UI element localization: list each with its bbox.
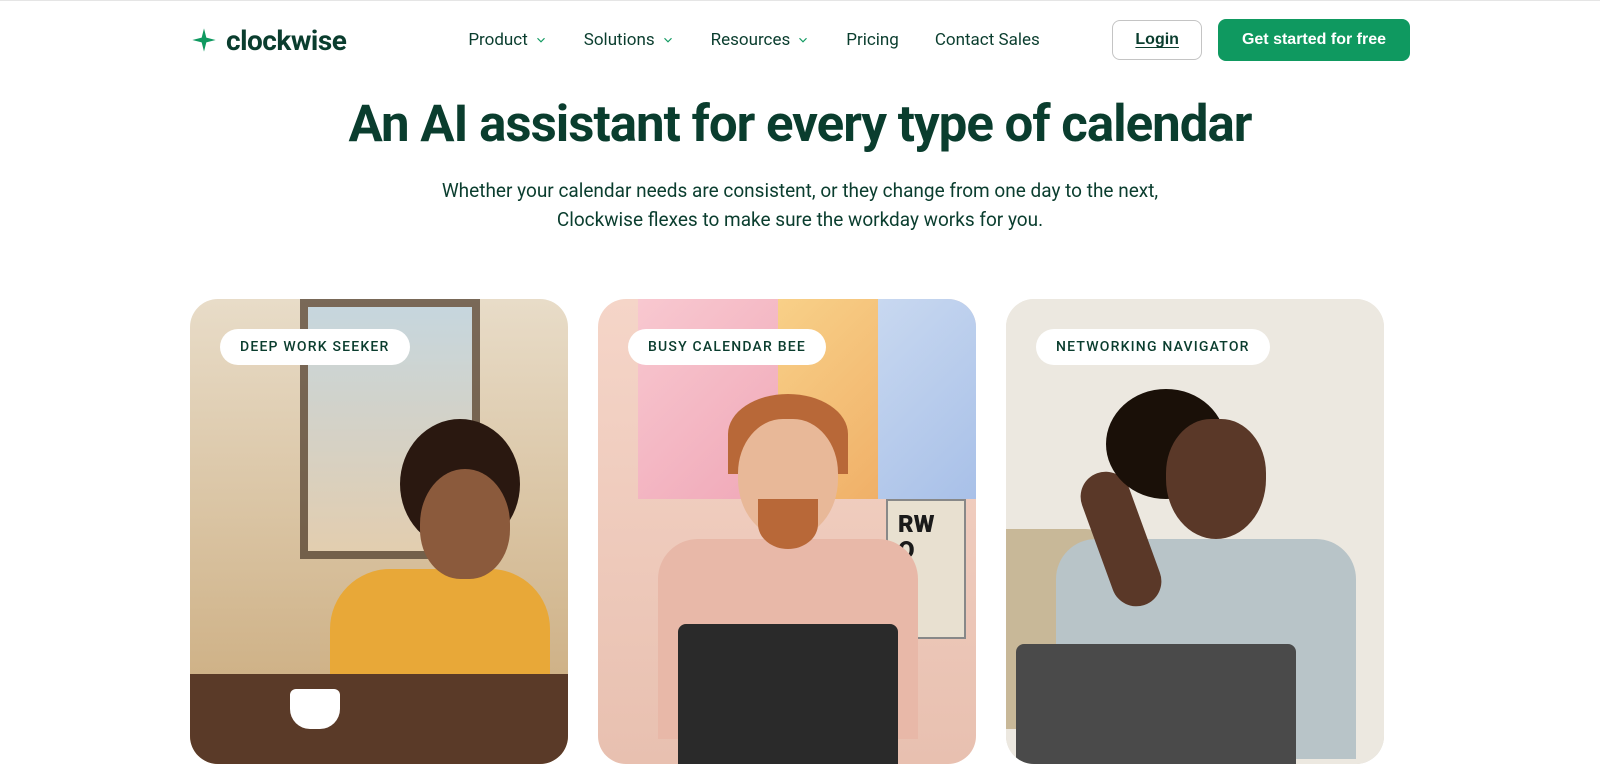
logo-text: clockwise xyxy=(226,24,346,57)
get-started-button[interactable]: Get started for free xyxy=(1218,19,1410,61)
logo[interactable]: clockwise xyxy=(190,24,346,57)
nav-item-solutions[interactable]: Solutions xyxy=(584,30,675,50)
card-deep-work-seeker[interactable]: DEEP WORK SEEKER xyxy=(190,299,568,764)
chevron-down-icon xyxy=(796,33,810,47)
hero-title: An AI assistant for every type of calend… xyxy=(190,95,1410,154)
illustration-person xyxy=(340,439,540,699)
illustration-beard xyxy=(758,499,818,549)
login-button[interactable]: Login xyxy=(1112,20,1202,60)
chevron-down-icon xyxy=(661,33,675,47)
nav-item-pricing[interactable]: Pricing xyxy=(846,30,899,50)
nav-actions: Login Get started for free xyxy=(1112,19,1410,61)
illustration-cup xyxy=(290,689,340,729)
nav-label: Solutions xyxy=(584,30,655,50)
nav-label: Pricing xyxy=(846,30,899,50)
hero-sub-line-2: Clockwise flexes to make sure the workda… xyxy=(557,208,1043,231)
nav-label: Resources xyxy=(711,30,791,50)
main-nav: clockwise Product Solutions Resources Pr… xyxy=(0,1,1600,79)
illustration-panel xyxy=(878,299,976,499)
illustration-desk xyxy=(190,674,568,764)
card-busy-calendar-bee[interactable]: RWO BUSY CALENDAR BEE xyxy=(598,299,976,764)
hero-sub-line-1: Whether your calendar needs are consiste… xyxy=(442,179,1158,202)
nav-label: Product xyxy=(468,30,527,50)
nav-label: Contact Sales xyxy=(935,30,1040,50)
nav-item-contact-sales[interactable]: Contact Sales xyxy=(935,30,1040,50)
illustration-laptop xyxy=(678,624,898,764)
hero-section: An AI assistant for every type of calend… xyxy=(0,79,1600,275)
hero-subtitle: Whether your calendar needs are consiste… xyxy=(190,176,1410,235)
nav-item-product[interactable]: Product xyxy=(468,30,547,50)
card-networking-navigator[interactable]: NETWORKING NAVIGATOR xyxy=(1006,299,1384,764)
chevron-down-icon xyxy=(534,33,548,47)
card-badge: DEEP WORK SEEKER xyxy=(220,329,410,365)
clockwise-logo-icon xyxy=(190,26,218,54)
card-badge: NETWORKING NAVIGATOR xyxy=(1036,329,1270,365)
illustration-head xyxy=(1166,419,1266,539)
card-badge: BUSY CALENDAR BEE xyxy=(628,329,826,365)
persona-cards: DEEP WORK SEEKER RWO BUSY CALENDAR BEE N… xyxy=(0,275,1600,764)
nav-item-resources[interactable]: Resources xyxy=(711,30,811,50)
nav-links: Product Solutions Resources Pricing Cont… xyxy=(468,30,1080,50)
